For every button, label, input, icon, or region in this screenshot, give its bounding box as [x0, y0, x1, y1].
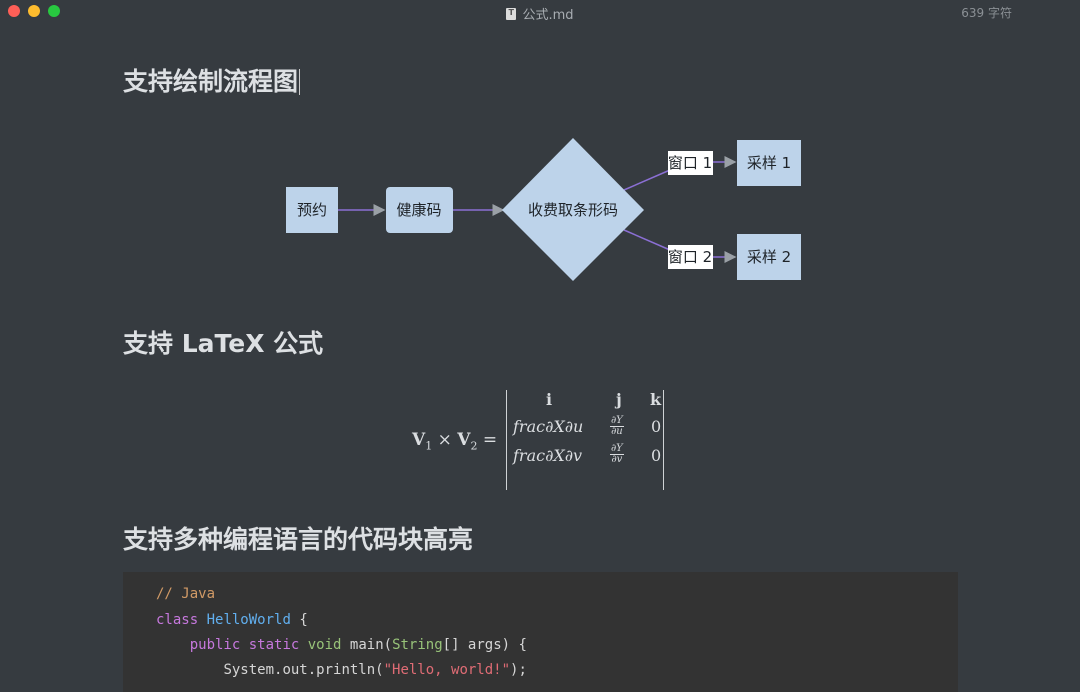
window1-label: 窗口 1	[668, 154, 712, 172]
matrix-row3-col3: 0	[651, 446, 662, 465]
matrix-row2-col3: 0	[651, 417, 662, 436]
matrix-k: k	[650, 390, 662, 409]
word-count[interactable]: 639 字符	[961, 4, 1012, 21]
node-health-code[interactable]: 健康码	[386, 187, 453, 233]
edge-fee-to-window1	[623, 169, 671, 191]
node-sample2[interactable]: 采样 2	[737, 234, 801, 280]
row2-fraction-denominator: ∂u	[611, 426, 623, 437]
node-health-code-label: 健康码	[396, 201, 441, 219]
matrix-row3-col1: frac∂X∂v	[513, 446, 583, 465]
code-line-3: public static void main(String[] args) {	[156, 637, 527, 653]
code-keyword-public: public	[189, 637, 241, 653]
code-params: [] args) {	[442, 637, 527, 653]
code-class-name: HelloWorld	[206, 612, 291, 628]
title-bar: 公式.md 639 字符	[0, 0, 1080, 24]
determinant-left-bar	[506, 390, 507, 490]
latex-formula[interactable]: V1 × V2 = i j k frac∂X∂u ∂Y ∂u 0 frac∂X∂…	[412, 388, 682, 492]
matrix-i: i	[546, 390, 553, 409]
code-comment: // Java	[156, 586, 216, 602]
code-brace: {	[290, 612, 308, 628]
formula-sub2: 2	[470, 439, 478, 453]
code-type-string: String	[392, 637, 443, 653]
code-method-name: main(	[349, 637, 393, 653]
matrix-row2-fraction: ∂Y ∂u	[610, 416, 624, 437]
edge-label-window2[interactable]: 窗口 2	[668, 245, 713, 269]
node-sample1-label: 采样 1	[747, 154, 791, 172]
node-reserve[interactable]: 预约	[286, 187, 338, 233]
determinant-right-bar	[663, 390, 664, 490]
node-reserve-label: 预约	[297, 201, 327, 219]
node-fee-barcode[interactable]: 收费取条形码	[502, 138, 644, 281]
row3-fraction-denominator: ∂v	[611, 454, 623, 465]
formula-equals: =	[482, 430, 498, 450]
document-file-name: 公式.md	[522, 8, 574, 23]
node-sample2-label: 采样 2	[747, 248, 791, 266]
formula-lhs: V1 × V2 =	[412, 430, 497, 452]
code-keyword-class: class	[156, 612, 199, 628]
edge-label-window1[interactable]: 窗口 1	[668, 151, 713, 175]
matrix-j: j	[616, 390, 622, 409]
text-cursor	[299, 69, 301, 95]
node-fee-barcode-label: 收费取条形码	[528, 201, 618, 219]
code-line-1: // Java	[156, 586, 215, 602]
document-icon	[506, 8, 517, 20]
formula-v1: V	[412, 430, 426, 450]
heading-code[interactable]: 支持多种编程语言的代码块高亮	[123, 520, 473, 556]
edge-fee-to-window2	[623, 229, 671, 251]
code-block[interactable]: // Java class HelloWorld { public static…	[123, 572, 958, 692]
formula-v2: V	[457, 430, 471, 450]
code-keyword-void: void	[307, 637, 342, 653]
formula-sub1: 1	[425, 439, 433, 453]
window2-label: 窗口 2	[668, 248, 712, 266]
heading-flowchart[interactable]: 支持绘制流程图	[123, 62, 301, 98]
matrix-row2-col1: frac∂X∂u	[513, 417, 584, 436]
node-sample1[interactable]: 采样 1	[737, 140, 801, 186]
code-keyword-static: static	[248, 637, 300, 653]
heading-flowchart-text: 支持绘制流程图	[123, 67, 299, 96]
flowchart-diagram[interactable]: 预约 健康码 收费取条形码 窗口 1 窗口 2 采样 1 采样 2	[0, 120, 1080, 290]
code-line-2: class HelloWorld {	[156, 612, 308, 628]
heading-latex[interactable]: 支持 LaTeX 公式	[123, 324, 323, 360]
formula-times: ×	[437, 430, 452, 450]
matrix-row3-fraction: ∂Y ∂v	[610, 444, 624, 465]
document-title: 公式.md	[0, 4, 1080, 23]
